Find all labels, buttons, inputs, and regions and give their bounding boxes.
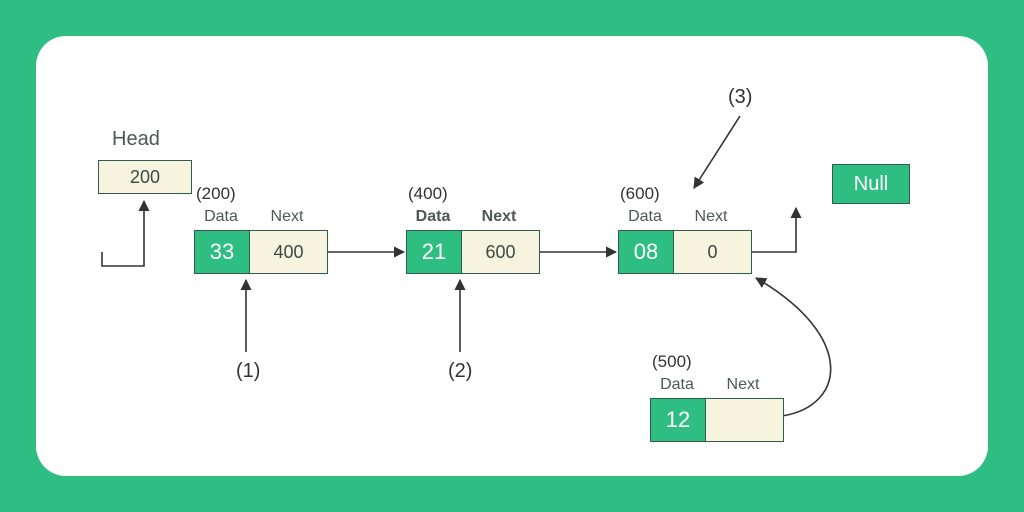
null-label: Null xyxy=(854,173,888,196)
node3-address: (600) xyxy=(620,184,660,204)
new-node-data: 12 xyxy=(651,399,705,441)
pointer-1-label: (1) xyxy=(236,360,260,383)
head-label: Head xyxy=(112,128,160,151)
field-data-label: Data xyxy=(618,208,672,226)
node1-field-labels: Data Next xyxy=(194,208,326,226)
pointer-2-label: (2) xyxy=(448,360,472,383)
field-data-label: Data xyxy=(650,376,704,394)
new-node-next xyxy=(705,399,783,441)
field-next-label: Next xyxy=(248,208,326,226)
node1: 33 400 xyxy=(194,230,328,274)
node3-next: 0 xyxy=(673,231,751,273)
node1-address: (200) xyxy=(196,184,236,204)
node2-next: 600 xyxy=(461,231,539,273)
node2-field-labels: Data Next xyxy=(406,208,538,226)
node2-address: (400) xyxy=(408,184,448,204)
node3-field-labels: Data Next xyxy=(618,208,750,226)
field-next-label: Next xyxy=(704,376,782,394)
node3-data: 08 xyxy=(619,231,673,273)
new-node: 12 xyxy=(650,398,784,442)
node1-next: 400 xyxy=(249,231,327,273)
node2: 21 600 xyxy=(406,230,540,274)
diagram-canvas: Head 200 Null (200) Data Next 33 400 (40… xyxy=(36,36,988,476)
head-box: 200 xyxy=(98,160,192,194)
head-value: 200 xyxy=(130,167,160,188)
field-next-label: Next xyxy=(460,208,538,226)
node1-data: 33 xyxy=(195,231,249,273)
pointer-3-label: (3) xyxy=(728,86,752,109)
field-next-label: Next xyxy=(672,208,750,226)
new-node-field-labels: Data Next xyxy=(650,376,782,394)
field-data-label: Data xyxy=(194,208,248,226)
node2-data: 21 xyxy=(407,231,461,273)
new-node-address: (500) xyxy=(652,352,692,372)
node3: 08 0 xyxy=(618,230,752,274)
null-box: Null xyxy=(832,164,910,204)
field-data-label: Data xyxy=(406,208,460,226)
